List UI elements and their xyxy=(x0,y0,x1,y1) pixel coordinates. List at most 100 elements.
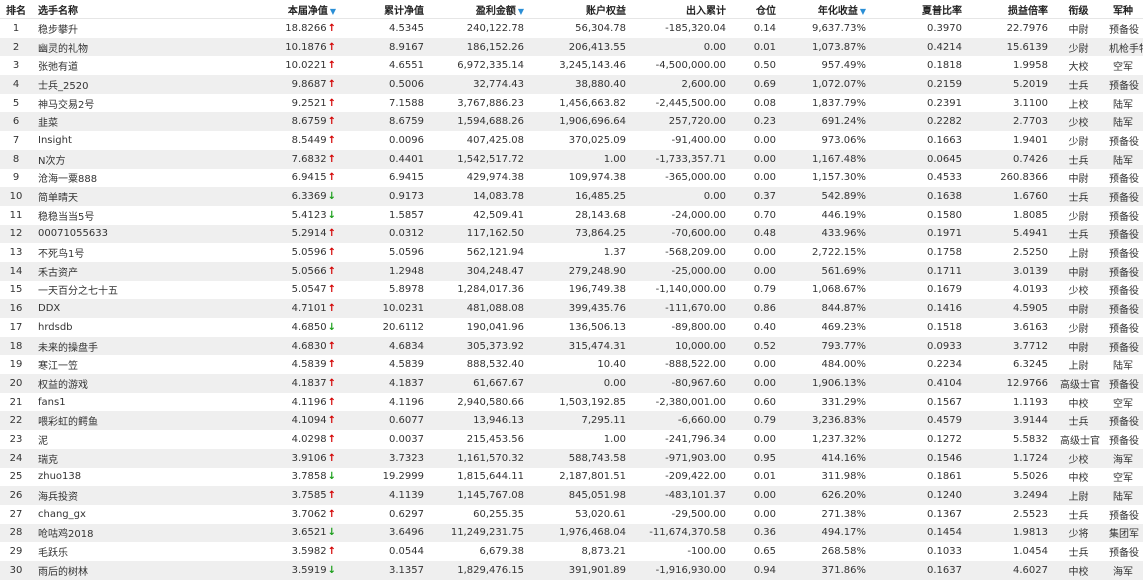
player-name-link[interactable]: N次方 xyxy=(32,149,172,169)
player-name-link[interactable]: 稳步攀升 xyxy=(32,19,172,38)
cum-nav-cell: 4.1196 xyxy=(389,396,424,408)
table-row[interactable]: 2 幽灵的礼物 10.1876↑ 8.9167 186,152.26 206,413.55… xyxy=(0,37,1143,57)
player-name-link[interactable]: 泥 xyxy=(32,430,172,449)
col-header-flow[interactable]: 出入累计 xyxy=(632,0,732,19)
player-name-link[interactable]: 神马交易2号 xyxy=(32,94,172,113)
table-row[interactable]: 4 士兵_2520 9.8687↑ 0.5006 32,774.43 38,880.40 2… xyxy=(0,75,1143,94)
sort-down-icon[interactable]: ▼ xyxy=(330,7,336,16)
player-name-link[interactable]: 不死鸟1号 xyxy=(32,243,172,262)
table-row[interactable]: 16 DDX 4.7101↑ 10.0231 481,088.08 399,435.76-… xyxy=(0,299,1143,318)
col-header-annual[interactable]: 年化收益 ▼ xyxy=(782,0,872,19)
player-name-link[interactable]: Insight xyxy=(32,131,172,150)
arrow-up-icon: ↑ xyxy=(327,41,336,53)
col-header-cum-nav[interactable]: 累计净值 xyxy=(342,0,430,19)
player-name-link[interactable]: 喂彩虹的鳄鱼 xyxy=(32,411,172,431)
rank-title-cell: 士兵 xyxy=(1054,224,1103,244)
player-name-link[interactable]: 瑞克 xyxy=(32,448,172,468)
table-row[interactable]: 24 瑞克 3.9106↑ 3.7323 1,161,570.32 588,743.58-… xyxy=(0,448,1143,468)
cum-nav-cell: 6.9415 xyxy=(389,172,424,184)
table-row[interactable]: 13 不死鸟1号 5.0596↑ 5.0596 562,121.94 1.37 -568,2… xyxy=(0,243,1143,262)
player-name-link[interactable]: 海兵投资 xyxy=(32,486,172,505)
table-row[interactable]: 17 hrdsdb 4.6850↓ 20.6112 190,041.96 136,506.… xyxy=(0,318,1143,337)
profit-cell: 42,509.41 xyxy=(473,209,524,221)
player-name-link[interactable]: 一天百分之七十五 xyxy=(32,281,172,300)
nav-value: 3.7585 xyxy=(291,490,327,502)
arrow-down-icon: ↓ xyxy=(327,471,336,483)
table-row[interactable]: 27 chang_gx 3.7062↑ 0.6297 60,255.35 53,020.6… xyxy=(0,505,1143,524)
rank-cell: 30 xyxy=(0,560,32,580)
table-row[interactable]: 1 稳步攀升 18.8266↑ 4.5345 240,122.78 56,304.78 -1… xyxy=(0,19,1143,38)
pl-ratio-cell: 1.1193 xyxy=(1013,396,1048,408)
player-name-link[interactable]: 00071055633 xyxy=(32,224,172,244)
table-row[interactable]: 21 fans1 4.1196↑ 4.1196 2,940,580.66 1,503,19… xyxy=(0,393,1143,412)
player-name-link[interactable]: 沧海一粟888 xyxy=(32,169,172,188)
player-name-link[interactable]: 士兵_2520 xyxy=(32,75,172,94)
col-header-position[interactable]: 仓位 xyxy=(732,0,782,19)
table-row[interactable]: 12 00071055633 5.2914↑ 0.0312 117,162.50 73,8… xyxy=(0,224,1143,244)
sort-down-icon[interactable]: ▼ xyxy=(518,7,524,16)
table-row[interactable]: 30 雨后的树林 3.5919↓ 3.1357 1,829,476.15 391,901.… xyxy=(0,560,1143,580)
col-header-nav[interactable]: 本届净值 ▼ xyxy=(172,0,342,19)
table-row[interactable]: 18 未来的操盘手 4.6830↑ 4.6834 305,373.92 315,474.3… xyxy=(0,336,1143,356)
table-row[interactable]: 26 海兵投资 3.7585↑ 4.1139 1,145,767.08 845,051.9… xyxy=(0,486,1143,505)
pl-ratio-cell: 5.5026 xyxy=(1013,471,1048,483)
col-header-rank-title[interactable]: 衔级 xyxy=(1054,0,1103,19)
table-row[interactable]: 22 喂彩虹的鳄鱼 4.1094↑ 0.6077 13,946.13 7,295.11 -6… xyxy=(0,411,1143,431)
table-row[interactable]: 3 张弛有道 10.0221↑ 4.6551 6,972,335.14 3,245,143… xyxy=(0,56,1143,75)
table-row[interactable]: 20 权益的游戏 4.1837↑ 4.1837 61,667.67 0.00 -80,967… xyxy=(0,374,1143,393)
player-name-link[interactable]: 禾古资产 xyxy=(32,261,172,281)
col-header-name[interactable]: 选手名称 xyxy=(32,0,172,19)
flow-cell: -29,500.00 xyxy=(671,508,726,520)
cum-nav-cell: 0.9173 xyxy=(342,187,430,206)
table-row[interactable]: 9 沧海一粟888 6.9415↑ 6.9415 429,974.38 109,974.3… xyxy=(0,169,1143,188)
table-row[interactable]: 11 稳稳当当5号 5.4123↓ 1.5857 42,509.41 28,143.68-… xyxy=(0,206,1143,225)
table-row[interactable]: 29 毛跃乐 3.5982↑ 0.0544 6,679.38 8,873.21 -100.0… xyxy=(0,542,1143,561)
player-name-link[interactable]: fans1 xyxy=(32,393,172,412)
player-name-link[interactable]: 稳稳当当5号 xyxy=(32,206,172,225)
col-header-rank[interactable]: 排名 xyxy=(0,0,32,19)
table-row[interactable]: 19 寒江一笠 4.5839↑ 4.5839 888,532.40 10.40 -888,5… xyxy=(0,355,1143,374)
annual-return-cell: 542.89% xyxy=(782,187,872,206)
player-name-link[interactable]: DDX xyxy=(32,299,172,318)
player-name-link[interactable]: 权益的游戏 xyxy=(32,374,172,393)
player-name-link[interactable]: 韭菜 xyxy=(32,112,172,132)
table-row[interactable]: 7 Insight 8.5449↑ 0.0096 407,425.08 370,025.0… xyxy=(0,131,1143,150)
rank-cell: 25 xyxy=(9,471,23,483)
col-header-equity[interactable]: 账户权益 xyxy=(530,0,632,19)
profit-cell: 6,972,335.14 xyxy=(457,60,524,72)
player-name-link[interactable]: 寒江一笠 xyxy=(32,355,172,374)
arrow-up-icon: ↑ xyxy=(327,265,336,277)
player-name-link[interactable]: 未来的操盘手 xyxy=(32,336,172,356)
table-row[interactable]: 5 神马交易2号 9.2521↑ 7.1588 3,767,886.23 1,456,66… xyxy=(0,94,1143,113)
player-name-link[interactable]: zhuo138 xyxy=(32,468,172,487)
player-name-link[interactable]: 雨后的树林 xyxy=(32,560,172,580)
col-header-pl-ratio[interactable]: 损益倍率 xyxy=(968,0,1054,19)
table-row[interactable]: 15 一天百分之七十五 5.0547↑ 5.8978 1,284,017.36 196,7… xyxy=(0,281,1143,300)
profit-cell: 1,542,517.72 xyxy=(430,149,530,169)
col-header-branch[interactable]: 军种 xyxy=(1103,0,1143,19)
player-name-link[interactable]: hrdsdb xyxy=(32,318,172,337)
player-name-link[interactable]: 简单晴天 xyxy=(32,187,172,206)
sharpe-cell: 0.4214 xyxy=(872,37,968,57)
cum-nav-cell: 8.9167 xyxy=(342,37,430,57)
col-header-sharpe[interactable]: 夏普比率 xyxy=(872,0,968,19)
player-name-link[interactable]: chang_gx xyxy=(32,505,172,524)
table-row[interactable]: 23 泥 4.0298↑ 0.0037 215,453.56 1.00 -241,796.3… xyxy=(0,430,1143,449)
table-row[interactable]: 14 禾古资产 5.0566↑ 1.2948 304,248.47 279,248.90-… xyxy=(0,261,1143,281)
table-row[interactable]: 25 zhuo138 3.7858↓ 19.2999 1,815,644.11 2,187… xyxy=(0,468,1143,487)
branch-cell: 预备役 xyxy=(1109,174,1139,186)
table-row[interactable]: 10 简单晴天 6.3369↓ 0.9173 14,083.78 16,485.25 0.0… xyxy=(0,187,1143,206)
player-name-link[interactable]: 毛跃乐 xyxy=(32,542,172,561)
flow-cell: -1,140,000.00 xyxy=(655,284,726,296)
col-header-profit[interactable]: 盈利金额 ▼ xyxy=(430,0,530,19)
player-name-link[interactable]: 张弛有道 xyxy=(32,56,172,75)
sort-down-icon[interactable]: ▼ xyxy=(860,7,866,16)
rank-cell: 23 xyxy=(9,433,23,445)
player-name-link[interactable]: 幽灵的礼物 xyxy=(32,37,172,57)
nav-cell: 4.1837↑ xyxy=(172,374,342,393)
table-row[interactable]: 8 N次方 7.6832↑ 0.4401 1,542,517.72 1.00 -1,733,… xyxy=(0,149,1143,169)
player-name-link[interactable]: 呛咕鸡2018 xyxy=(32,523,172,543)
sharpe-cell: 0.1272 xyxy=(927,433,962,445)
table-row[interactable]: 28 呛咕鸡2018 3.6521↓ 3.6496 11,249,231.75 1,976… xyxy=(0,523,1143,543)
table-row[interactable]: 6 韭菜 8.6759↑ 8.6759 1,594,688.26 1,906,696.64… xyxy=(0,112,1143,132)
